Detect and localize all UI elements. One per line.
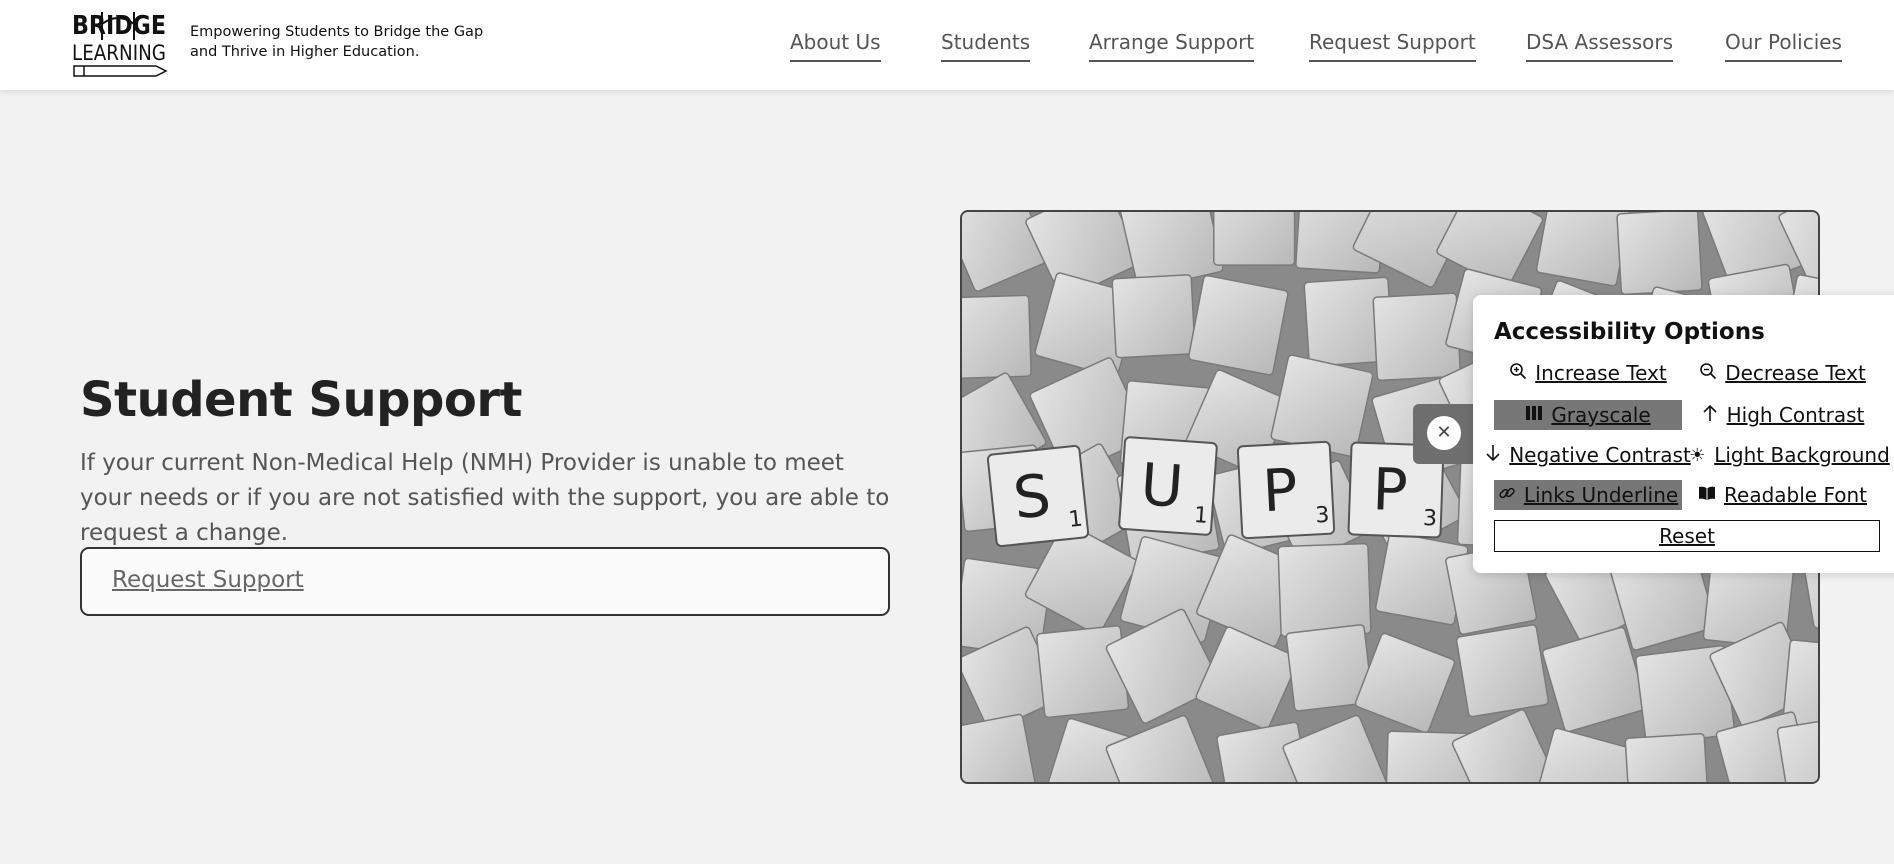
link-icon (1498, 484, 1516, 507)
grayscale-label: Grayscale (1551, 403, 1651, 427)
request-support-button-label: Request Support (112, 567, 304, 593)
nav-arrange-support[interactable]: Arrange Support (1089, 30, 1255, 62)
site-tagline: Empowering Students to Bridge the Gap an… (190, 24, 484, 60)
increase-text-label: Increase Text (1535, 361, 1667, 385)
hero-description: If your current Non-Medical Help (NMH) P… (80, 450, 890, 546)
tile-letter: P (1371, 455, 1408, 524)
wood-tile (1277, 542, 1372, 638)
svg-text:LEARNING: LEARNING (72, 41, 166, 65)
wood-tile (1212, 212, 1296, 266)
tile-score: 3 (1423, 506, 1438, 531)
page-title: Student Support (80, 372, 522, 428)
reset-button[interactable]: Reset (1494, 520, 1880, 552)
site-header: BRIDGE LEARNING Empowering Students to B… (0, 0, 1894, 90)
tile-score: 3 (1315, 503, 1330, 529)
accessibility-panel: Accessibility Options Increase Text Decr… (1473, 295, 1894, 573)
high-contrast-label: High Contrast (1726, 403, 1865, 427)
decrease-text-button[interactable]: Decrease Text (1685, 358, 1880, 388)
increase-text-button[interactable]: Increase Text (1494, 358, 1682, 388)
tile-letter: P (1261, 455, 1299, 525)
logo-graphic: BRIDGE LEARNING (72, 11, 168, 77)
wood-tile (1111, 274, 1196, 359)
sun-icon: ☀ (1689, 444, 1706, 466)
wood-tile (962, 294, 1032, 380)
nav-request-support[interactable]: Request Support (1309, 30, 1476, 62)
letter-tile: S1 (986, 444, 1090, 548)
wood-tile (1036, 625, 1130, 719)
light-background-button[interactable]: ☀ Light Background (1685, 440, 1893, 470)
nav-about-us[interactable]: About Us (790, 30, 881, 62)
wood-tile (1624, 733, 1710, 782)
wood-tile (1616, 212, 1703, 296)
accessibility-toggle[interactable]: ✕ (1413, 404, 1475, 464)
nav-dsa-assessors[interactable]: DSA Assessors (1526, 30, 1674, 62)
svg-text:BRIDGE: BRIDGE (72, 11, 166, 41)
wood-tile (1188, 274, 1289, 376)
bridge-learning-logo[interactable]: BRIDGE LEARNING (72, 10, 168, 78)
book-icon (1698, 485, 1716, 506)
tile-letter: S (1010, 461, 1054, 532)
zoom-in-icon (1509, 362, 1527, 385)
decrease-text-label: Decrease Text (1725, 361, 1866, 385)
nav-students[interactable]: Students (941, 30, 1031, 62)
readable-font-button[interactable]: Readable Font (1685, 480, 1880, 510)
reset-label: Reset (1659, 524, 1715, 548)
wood-tile (1455, 624, 1550, 718)
tile-letter: U (1138, 450, 1185, 521)
links-underline-button[interactable]: Links Underline (1494, 480, 1682, 510)
arrow-down-icon (1485, 444, 1501, 467)
negative-contrast-button[interactable]: Negative Contrast (1486, 440, 1691, 470)
links-underline-label: Links Underline (1523, 483, 1679, 507)
tile-score: 1 (1067, 507, 1084, 533)
readable-font-label: Readable Font (1724, 483, 1867, 507)
letter-tile: U1 (1118, 436, 1218, 536)
close-icon[interactable]: ✕ (1427, 416, 1461, 450)
tile-score: 1 (1193, 503, 1209, 529)
nav-our-policies[interactable]: Our Policies (1725, 30, 1842, 62)
arrow-up-icon (1701, 404, 1719, 427)
accessibility-title: Accessibility Options (1494, 319, 1765, 345)
letter-tile: P3 (1236, 440, 1336, 540)
zoom-out-icon (1699, 362, 1717, 385)
light-background-label: Light Background (1714, 443, 1890, 467)
high-contrast-button[interactable]: High Contrast (1685, 400, 1880, 430)
request-support-button[interactable]: Request Support (80, 547, 890, 616)
negative-contrast-label: Negative Contrast (1509, 443, 1691, 467)
grayscale-button[interactable]: Grayscale (1494, 400, 1682, 430)
grayscale-icon (1525, 405, 1543, 426)
